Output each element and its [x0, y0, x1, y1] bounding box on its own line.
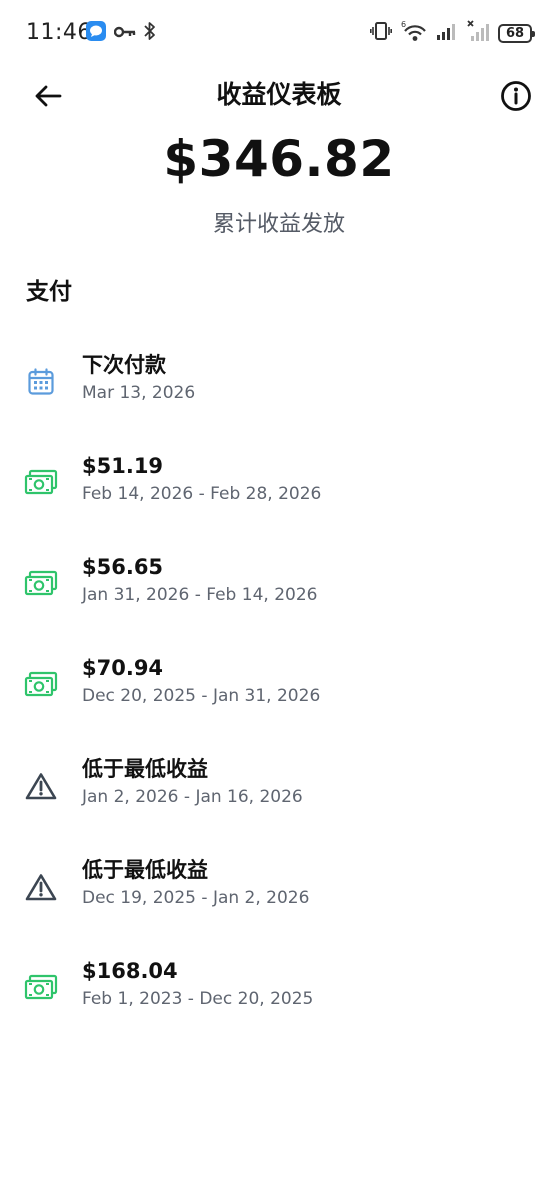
warning-icon: [24, 870, 58, 904]
payout-date-range: Dec 20, 2025 - Jan 31, 2026: [82, 686, 321, 706]
payout-amount: $56.65: [82, 555, 164, 579]
bluetooth-icon: [144, 21, 156, 45]
battery-icon: 68: [498, 23, 535, 43]
payout-item[interactable]: $51.19 Feb 14, 2026 - Feb 28, 2026: [0, 443, 558, 544]
payout-amount: $168.04: [82, 959, 178, 983]
wifi-icon: 6: [401, 20, 427, 46]
payout-item[interactable]: $168.04 Feb 1, 2023 - Dec 20, 2025: [0, 948, 558, 1049]
payout-item-below-minimum[interactable]: 低于最低收益 Jan 2, 2026 - Jan 16, 2026: [0, 746, 558, 847]
payout-date: Mar 13, 2026: [82, 383, 196, 403]
svg-text:6: 6: [401, 20, 406, 29]
cash-icon: [24, 971, 58, 1005]
payout-status: 低于最低收益: [82, 858, 208, 882]
total-earnings-amount: $346.82: [163, 130, 395, 188]
payments-section-title: 支付: [26, 279, 72, 305]
payout-item[interactable]: $56.65 Jan 31, 2026 - Feb 14, 2026: [0, 544, 558, 645]
battery-level: 68: [505, 25, 525, 41]
warning-icon: [24, 769, 58, 803]
payout-item[interactable]: $70.94 Dec 20, 2025 - Jan 31, 2026: [0, 645, 558, 746]
payout-item-below-minimum[interactable]: 低于最低收益 Dec 19, 2025 - Jan 2, 2026: [0, 847, 558, 948]
total-earnings-caption: 累计收益发放: [212, 212, 345, 237]
signal-strength-icon: [436, 21, 458, 45]
payout-status: 低于最低收益: [82, 757, 208, 781]
info-icon: [501, 81, 531, 111]
payout-date-range: Feb 1, 2023 - Dec 20, 2025: [82, 989, 314, 1009]
payout-list: 下次付款 Mar 13, 2026 $51.19 Feb 14, 2026 - …: [0, 342, 558, 1049]
cash-icon: [24, 567, 58, 601]
message-notification-icon: [86, 21, 106, 45]
no-signal-icon: [467, 20, 489, 46]
payout-item-next-payment[interactable]: 下次付款 Mar 13, 2026: [0, 342, 558, 443]
status-system-icons: 6 68: [370, 20, 535, 46]
vibrate-icon: [370, 21, 392, 45]
cash-icon: [24, 466, 58, 500]
status-time: 11:46: [26, 20, 92, 45]
calendar-icon: [24, 365, 58, 399]
payout-amount: $70.94: [82, 656, 164, 680]
status-bar: 11:46 6 68: [0, 0, 558, 66]
back-button[interactable]: [28, 76, 68, 116]
payout-date-range: Jan 2, 2026 - Jan 16, 2026: [82, 787, 303, 807]
payout-amount: $51.19: [82, 454, 164, 478]
cash-icon: [24, 668, 58, 702]
payout-title: 下次付款: [82, 353, 166, 377]
key-icon: [113, 24, 136, 43]
payout-date-range: Dec 19, 2025 - Jan 2, 2026: [82, 888, 310, 908]
page-title: 收益仪表板: [216, 80, 342, 109]
payout-date-range: Feb 14, 2026 - Feb 28, 2026: [82, 484, 322, 504]
status-notification-icons: [86, 21, 156, 45]
payout-date-range: Jan 31, 2026 - Feb 14, 2026: [82, 585, 318, 605]
back-arrow-icon: [35, 85, 62, 107]
info-button[interactable]: [496, 76, 536, 116]
